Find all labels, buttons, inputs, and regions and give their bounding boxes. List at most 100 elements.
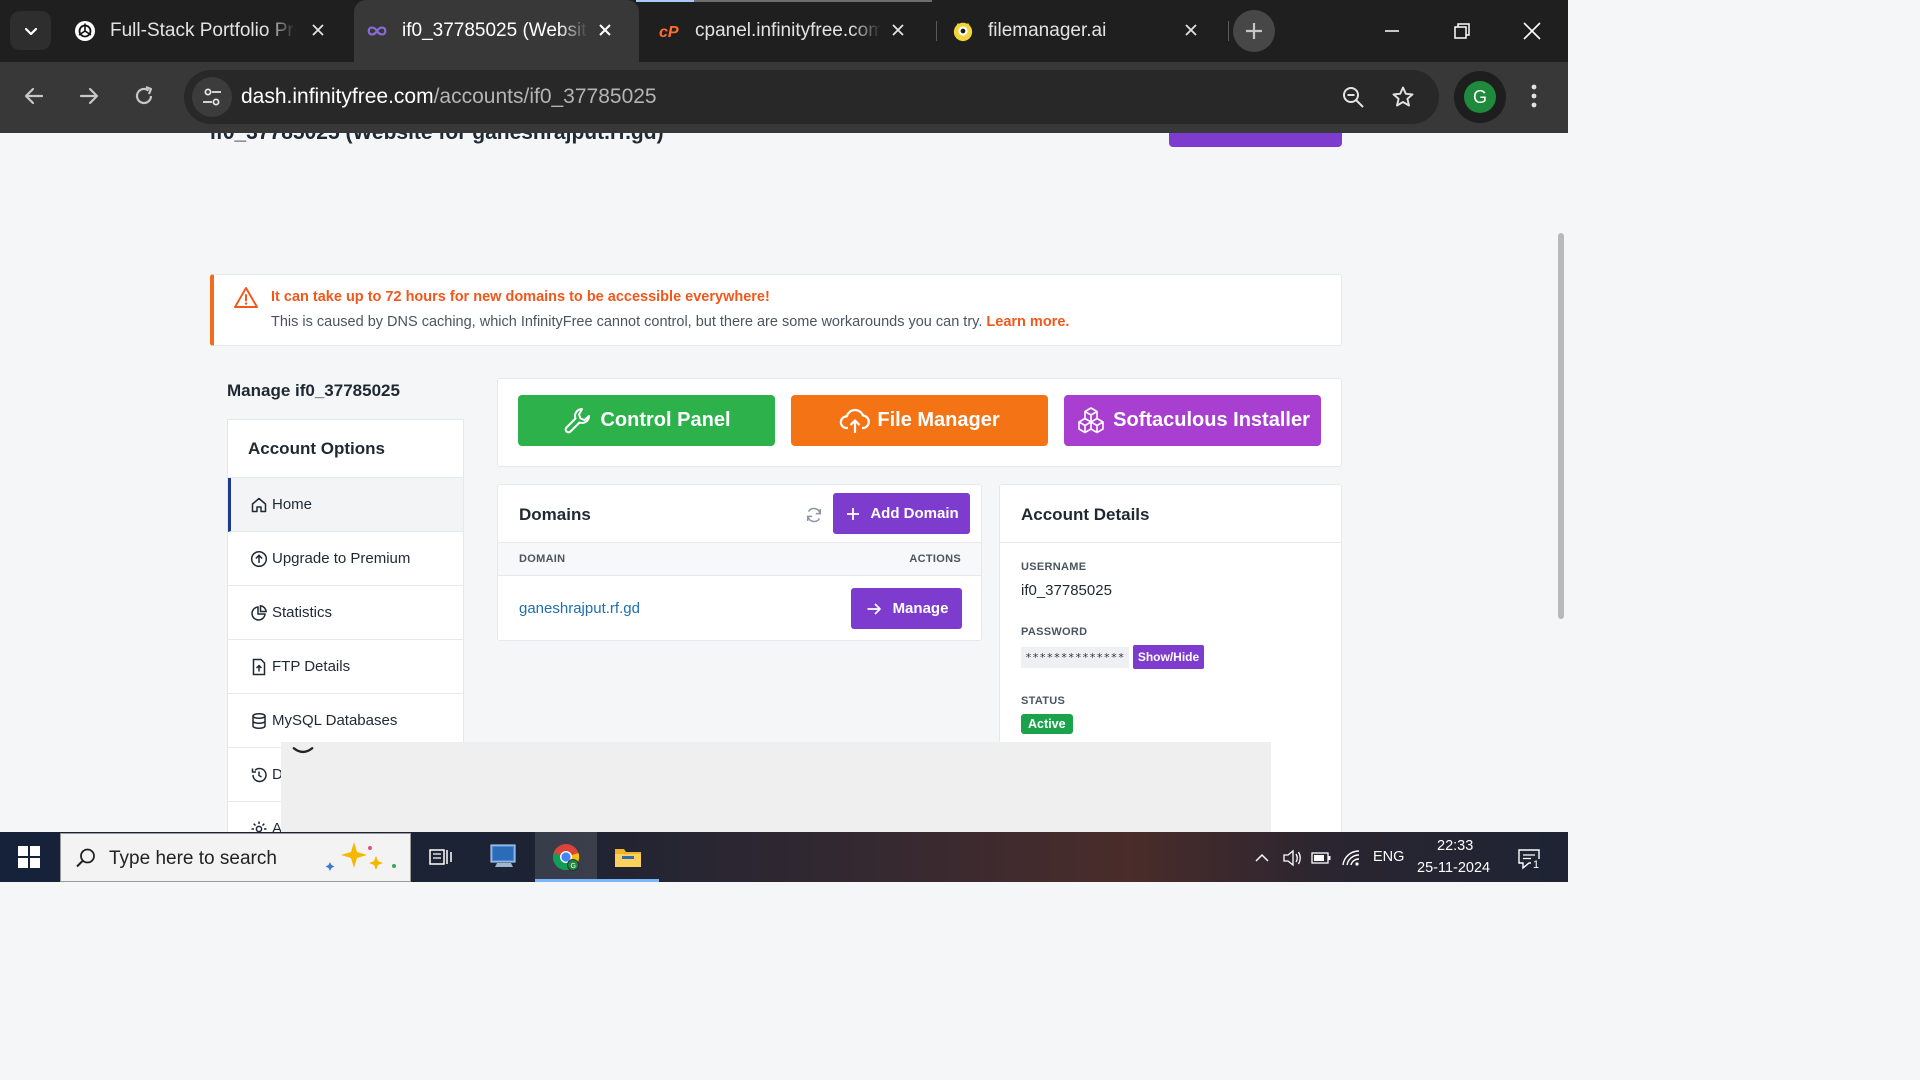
arrow-right-icon [79,87,99,105]
page-scrollbar[interactable] [1554,133,1568,832]
browser-tab-cpanel[interactable]: cP cpanel.infinityfree.com [647,0,932,62]
sidebar-item-home[interactable]: Home [228,478,463,532]
search-icon [76,848,95,868]
account-details-heading: Account Details [1021,505,1150,524]
close-tab-icon[interactable] [308,20,328,40]
battery-button[interactable] [1310,847,1332,869]
site-info-button[interactable] [192,77,232,117]
tab-title: filemanager.ai [988,20,1107,41]
learn-more-link[interactable]: Learn more. [986,314,1069,330]
zoom-button[interactable] [1339,83,1367,111]
wrench-icon [562,405,594,437]
sidebar-heading: Account Options [228,420,463,478]
refresh-domains-button[interactable] [801,502,827,528]
close-window-button[interactable] [1513,12,1551,50]
speaker-icon [1283,849,1301,867]
active-app-indicator [535,879,597,882]
bookmark-button[interactable] [1389,83,1417,111]
restore-icon [1454,23,1470,39]
url-text[interactable]: dash.infinityfree.com/accounts/if0_37785… [241,85,657,109]
taskbar-app-file-explorer[interactable] [597,832,659,882]
search-placeholder: Type here to search [109,848,277,869]
restore-window-button[interactable] [1443,12,1481,50]
start-button[interactable] [0,832,58,882]
language-indicator[interactable]: ENG [1373,849,1404,865]
page-title: if0_37785025 (Website for ganeshrajput.r… [210,133,664,145]
sidebar-item-mysql[interactable]: MySQL Databases [228,694,463,748]
browser-toolbar: dash.infinityfree.com/accounts/if0_37785… [0,62,1568,133]
minimize-icon [1385,30,1399,32]
file-upload-icon [250,658,268,676]
task-view-button[interactable] [410,832,472,882]
show-hidden-icons-button[interactable] [1251,847,1273,869]
star-icon [1392,86,1414,107]
manage-label: Manage [892,600,949,617]
browser-tab-portfolio[interactable]: Full-Stack Portfolio Pro [62,0,352,62]
address-bar[interactable]: dash.infinityfree.com/accounts/if0_37785… [184,70,1439,124]
file-manager-button[interactable]: File Manager [791,395,1048,446]
reload-icon [135,85,153,105]
browser-tab-filemanager[interactable]: filemanager.ai [940,0,1225,62]
minimize-window-button[interactable] [1373,12,1411,50]
control-panel-button[interactable]: Control Panel [518,395,775,446]
sidebar-item-ftp[interactable]: FTP Details [228,640,463,694]
sidebar-item-label: Home [272,496,313,513]
password-label: PASSWORD [1021,626,1088,638]
browser-tab-account[interactable]: if0_37785025 (Website [354,0,639,62]
manage-heading: Manage if0_37785025 [227,381,400,400]
svg-text:G: G [571,863,576,870]
clock-time[interactable]: 22:33 [1437,838,1473,854]
back-button[interactable] [14,76,54,116]
scrollbar-thumb[interactable] [1558,233,1564,619]
tab-title: if0_37785025 (Website [402,20,588,41]
plus-icon [1246,23,1262,39]
domain-link[interactable]: ganeshrajput.rf.gd [519,600,640,617]
show-hide-password-button[interactable]: Show/Hide [1133,645,1204,669]
sidebar-item-label: Upgrade to Premium [272,550,411,567]
sidebar-item-label: MySQL Databases [272,712,398,729]
close-tab-icon[interactable] [1181,20,1201,40]
browser-menu-button[interactable] [1520,82,1548,110]
refresh-icon [806,507,822,523]
infinity-logo-icon [366,20,388,42]
chevron-down-icon [292,747,314,754]
softaculous-label: Softaculous Installer [1113,409,1310,431]
volume-button[interactable] [1281,847,1303,869]
reload-button[interactable] [124,76,164,116]
taskbar-app-remote[interactable] [473,832,535,882]
page-viewport: if0_37785025 (Website for ganeshrajput.r… [0,133,1568,832]
tab-title: cpanel.infinityfree.com [695,20,881,41]
tab-separator [1228,21,1229,41]
header-action-button[interactable] [1169,133,1342,147]
add-domain-button[interactable]: Add Domain [833,493,970,534]
more-vertical-icon [1531,84,1537,108]
tab-search-button[interactable] [10,11,51,50]
close-tab-icon[interactable] [595,20,615,40]
pie-chart-icon [250,604,268,622]
chrome-icon: G [552,844,580,871]
network-button[interactable] [1340,847,1362,869]
folder-icon [615,849,641,867]
wifi-icon [1342,850,1360,866]
sidebar-item-upgrade[interactable]: Upgrade to Premium [228,532,463,586]
manage-domain-button[interactable]: Manage [851,588,962,629]
zoom-out-icon [1343,87,1364,108]
alert-body: This is caused by DNS caching, which Inf… [271,314,1069,330]
alert-heading: It can take up to 72 hours for new domai… [271,289,770,305]
softaculous-button[interactable]: Softaculous Installer [1064,395,1321,446]
tab-title: Full-Stack Portfolio Pro [110,20,296,41]
forward-button[interactable] [69,76,109,116]
profile-button[interactable]: G [1454,71,1506,123]
clock-date[interactable]: 25-11-2024 [1417,860,1490,876]
collapse-ad-button[interactable] [292,744,314,758]
sidebar-item-statistics[interactable]: Statistics [228,586,463,640]
close-tab-icon[interactable] [888,20,908,40]
sidebar-item-label: Statistics [272,604,333,621]
taskbar-app-chrome[interactable]: G [535,832,597,882]
status-label: STATUS [1021,695,1066,707]
alert-body-text: This is caused by DNS caching, which Inf… [271,314,983,330]
history-icon [250,766,268,784]
new-tab-button[interactable] [1233,10,1275,52]
add-domain-label: Add Domain [870,505,959,522]
upgrade-icon [250,550,268,568]
